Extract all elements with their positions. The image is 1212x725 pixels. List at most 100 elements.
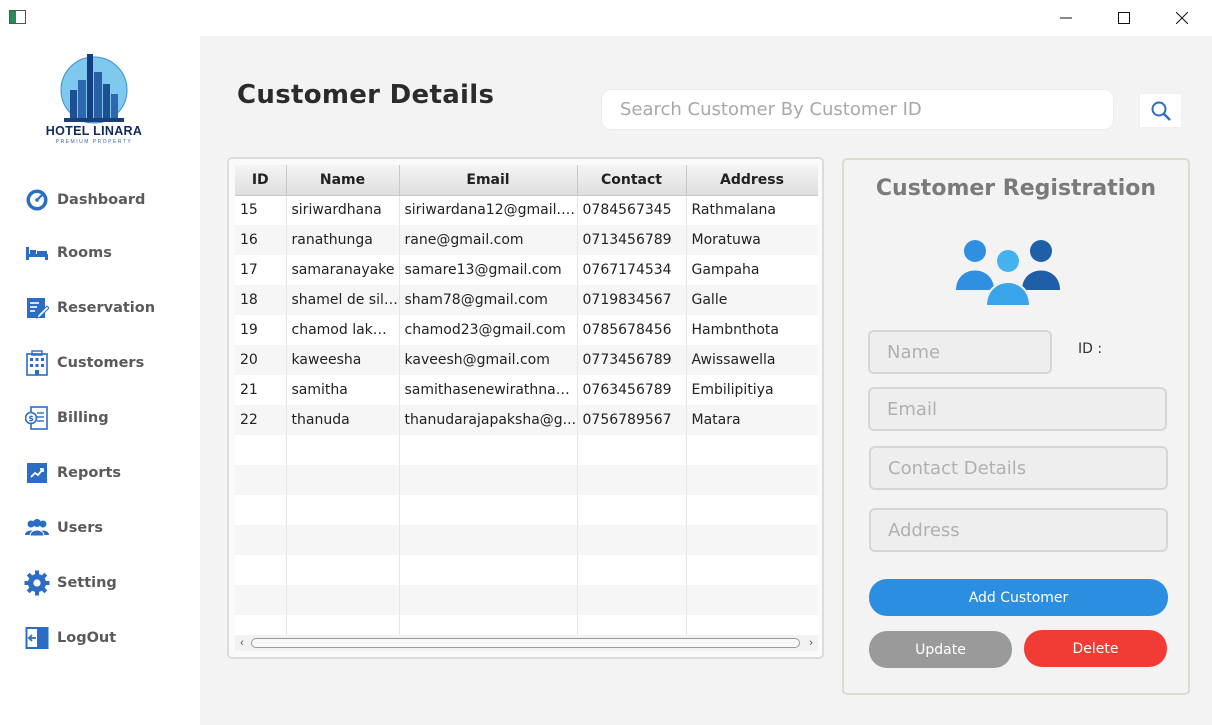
building-icon — [24, 350, 50, 376]
logout-icon — [24, 625, 50, 651]
table-row[interactable]: 20 kaweesha kaveesh@gmail.com 0773456789 Awi… — [235, 345, 818, 375]
sidebar-item-dashboard[interactable]: Dashboard — [24, 185, 145, 215]
search-icon — [1151, 101, 1171, 121]
empty-cell — [577, 555, 687, 585]
cell-address: Embilipitiya — [686, 375, 818, 405]
minimize-button[interactable] — [1037, 0, 1095, 36]
delete-button[interactable]: Delete — [1024, 630, 1167, 667]
cell-email: thanudarajapaksha@g... — [399, 405, 578, 435]
empty-table-row — [235, 585, 818, 615]
sidebar-item-users[interactable]: Users — [24, 513, 103, 543]
empty-cell — [577, 585, 687, 615]
scrollbar-thumb[interactable] — [251, 638, 800, 648]
empty-cell — [686, 465, 818, 495]
cell-contact: 0763456789 — [577, 375, 687, 405]
empty-cell — [686, 585, 818, 615]
empty-cell — [577, 525, 687, 555]
cell-name: samitha — [286, 375, 400, 405]
invoice-icon: $ — [24, 405, 50, 431]
cell-email: samare13@gmail.com — [399, 255, 578, 285]
name-field[interactable] — [868, 330, 1052, 374]
empty-cell — [286, 525, 400, 555]
empty-cell — [235, 435, 287, 465]
empty-cell — [399, 525, 578, 555]
close-button[interactable] — [1153, 0, 1211, 36]
contact-field[interactable] — [869, 446, 1168, 490]
cell-id: 20 — [235, 345, 287, 375]
empty-cell — [286, 615, 400, 635]
table-row[interactable]: 15 siriwardhana siriwardana12@gmail.c... 07… — [235, 195, 818, 225]
empty-table-row — [235, 465, 818, 495]
customers-group-icon — [956, 240, 1060, 307]
add-customer-button[interactable]: Add Customer — [869, 579, 1168, 616]
update-button[interactable]: Update — [869, 631, 1012, 668]
app-icon — [9, 10, 26, 24]
empty-cell — [686, 525, 818, 555]
search-button[interactable] — [1139, 93, 1182, 128]
sidebar-item-reports[interactable]: Reports — [24, 458, 121, 488]
cell-id: 21 — [235, 375, 287, 405]
table-row[interactable]: 17 samaranayake samare13@gmail.com 07671745… — [235, 255, 818, 285]
logo-title: HOTEL LINARA — [45, 124, 143, 138]
empty-cell — [686, 615, 818, 635]
sidebar-item-billing[interactable]: $ Billing — [24, 403, 109, 433]
empty-cell — [686, 495, 818, 525]
sidebar-item-setting[interactable]: Setting — [24, 568, 117, 598]
gear-icon — [24, 570, 50, 596]
empty-cell — [286, 495, 400, 525]
logo-tagline: PREMIUM PROPERTY — [55, 139, 133, 145]
table-header-row: ID Name Email Contact Address — [235, 165, 818, 196]
table-row[interactable]: 22 thanuda thanudarajapaksha@g... 075678956… — [235, 405, 818, 435]
cell-contact: 0767174534 — [577, 255, 687, 285]
empty-cell — [686, 435, 818, 465]
customer-table[interactable]: ID Name Email Contact Address 15 siriward… — [235, 165, 818, 635]
customer-registration-panel: Customer Registration ID : Add Customer … — [842, 158, 1190, 695]
sidebar-item-label: Reports — [57, 465, 122, 481]
empty-table-row — [235, 495, 818, 525]
sidebar-item-label: Billing — [57, 410, 109, 426]
horizontal-scrollbar[interactable]: ‹ › — [235, 635, 818, 651]
sidebar-item-reservation[interactable]: Reservation — [24, 293, 155, 323]
empty-cell — [235, 555, 287, 585]
table-row[interactable]: 21 samitha samithasenewirathna@... 07634567… — [235, 375, 818, 405]
cell-address: Gampaha — [686, 255, 818, 285]
table-row[interactable]: 16 ranathunga rane@gmail.com 0713456789 Mora… — [235, 225, 818, 255]
maximize-button[interactable] — [1095, 0, 1153, 36]
main-content: Customer Details ID Name Email Contact A… — [200, 36, 1212, 725]
table-row[interactable]: 18 shamel de silva sham78@gmail.com 0719834… — [235, 285, 818, 315]
cell-address: Galle — [686, 285, 818, 315]
empty-cell — [577, 465, 687, 495]
cell-name: siriwardhana — [286, 195, 400, 225]
sidebar-item-rooms[interactable]: Rooms — [24, 238, 112, 268]
empty-cell — [577, 435, 687, 465]
column-header-id[interactable]: ID — [235, 165, 287, 196]
empty-cell — [399, 495, 578, 525]
cell-name: thanuda — [286, 405, 400, 435]
empty-cell — [577, 495, 687, 525]
sidebar-item-label: Customers — [57, 355, 145, 371]
cell-id: 22 — [235, 405, 287, 435]
column-header-email[interactable]: Email — [399, 165, 578, 196]
column-header-name[interactable]: Name — [286, 165, 400, 196]
empty-cell — [286, 585, 400, 615]
svg-text:$: $ — [28, 414, 34, 423]
search-input[interactable] — [601, 89, 1114, 130]
empty-cell — [286, 465, 400, 495]
email-field[interactable] — [868, 387, 1167, 431]
scroll-right-arrow-icon[interactable]: › — [804, 635, 818, 651]
customer-table-panel: ID Name Email Contact Address 15 siriward… — [227, 157, 824, 659]
empty-cell — [235, 585, 287, 615]
address-field[interactable] — [869, 508, 1168, 552]
empty-cell — [235, 465, 287, 495]
scroll-left-arrow-icon[interactable]: ‹ — [235, 635, 249, 651]
column-header-address[interactable]: Address — [686, 165, 818, 196]
table-row[interactable]: 19 chamod lakmal chamod23@gmail.com 0785678… — [235, 315, 818, 345]
sidebar-item-label: LogOut — [57, 630, 117, 646]
sidebar-item-customers[interactable]: Customers — [24, 348, 144, 378]
empty-cell — [399, 435, 578, 465]
minimize-icon — [1060, 17, 1072, 19]
column-header-contact[interactable]: Contact — [577, 165, 687, 196]
sidebar-item-logout[interactable]: LogOut — [24, 623, 116, 653]
edit-document-icon — [24, 295, 50, 321]
bed-icon — [24, 240, 50, 266]
